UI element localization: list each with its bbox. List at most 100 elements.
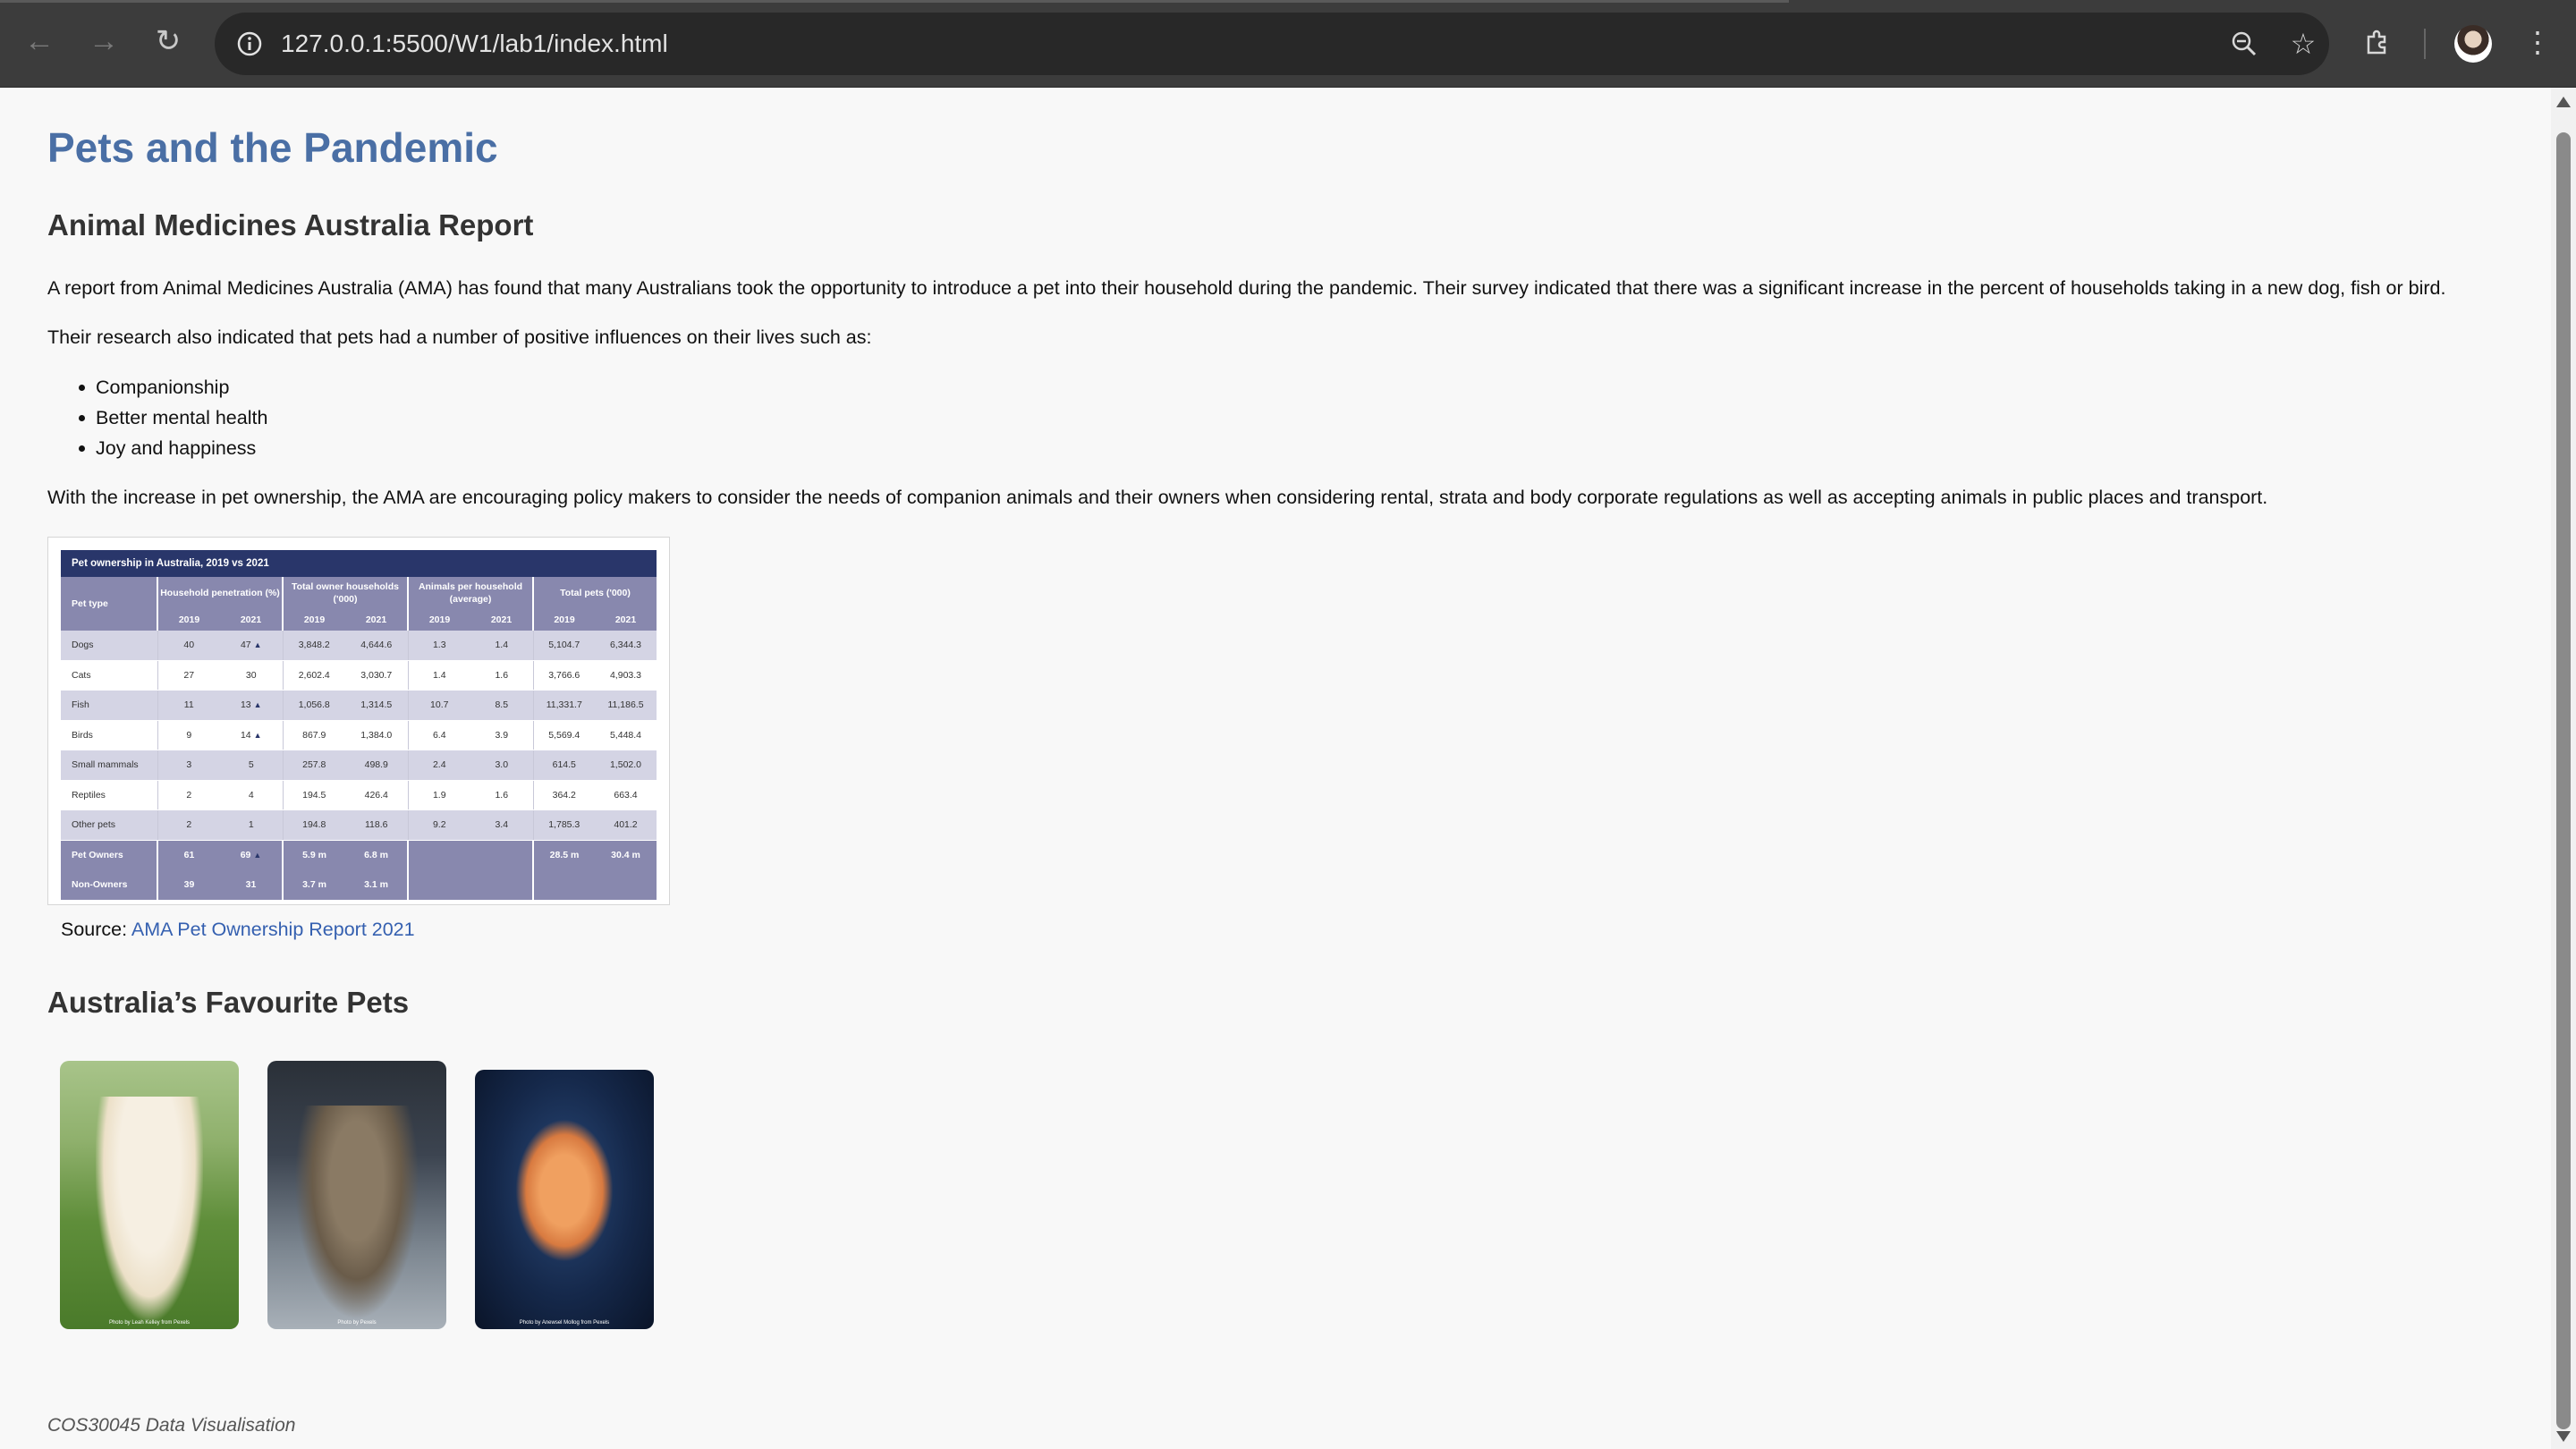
profile-avatar[interactable] [2454,25,2492,63]
list-item: Companionship [47,372,267,402]
cell-value: 498.9 [364,759,388,771]
table-caption: Pet ownership in Australia, 2019 vs 2021 [61,550,657,577]
cell-value: 118.6 [365,819,388,831]
table-cell: 2,602.4 [283,660,345,691]
url-text[interactable]: 127.0.0.1:5500/W1/lab1/index.html [281,13,668,75]
page-scrollbar[interactable] [2551,88,2576,1449]
page-footer: COS30045 Data Visualisation [47,1415,296,1436]
cell-value: 39 [183,879,195,890]
intro-paragraph: A report from Animal Medicines Australia… [47,277,2446,299]
table-cell: 1.6 [470,660,534,691]
site-info-icon[interactable] [229,23,270,64]
cell-value: 426.4 [364,789,388,801]
row-label: Small mammals [61,750,158,781]
increase-arrow-icon: ▲ [253,730,262,740]
increase-arrow-icon: ▲ [253,851,262,860]
cell-value: 1.9 [432,789,446,801]
table-cell: 40 [157,631,220,661]
table-cell: 27 [157,660,220,691]
cell-value: 1.6 [495,789,509,801]
cell-value: 364.2 [552,789,576,801]
cell-value: 1.4 [432,669,446,681]
year-header: 2019 [533,609,595,631]
forward-icon[interactable]: → [82,20,125,63]
table-cell: 1,502.0 [595,750,657,781]
reload-icon[interactable]: ↻ [147,20,190,63]
table-cell: 3,848.2 [283,631,345,661]
cell-value: 69 [240,850,251,860]
table-cell: 1,314.5 [345,690,409,721]
table-cell: 13 ▲ [220,690,284,721]
table-row: Birds 9 14 ▲ 867.9 1,384.0 6.4 3.9 5,569.4 5,448.… [61,720,657,750]
table-cell: 1.9 [408,780,470,810]
year-header: 2021 [595,609,657,631]
cell-value: 663.4 [614,789,638,801]
cell-value: 194.5 [302,789,326,801]
increase-arrow-icon: ▲ [253,700,262,710]
extensions-icon[interactable] [2357,21,2398,63]
table-cell: 257.8 [283,750,345,781]
cell-value: 3.9 [495,729,509,741]
photo-credit: Photo by Leah Kelley from Pexels [108,1320,191,1326]
year-header: 2021 [470,609,534,631]
table-cell: 1.3 [408,631,470,661]
scroll-up-icon[interactable] [2556,97,2571,107]
photo-credit: Photo by Pexels [337,1320,377,1326]
cell-value: 1,056.8 [298,699,330,711]
source-link[interactable]: AMA Pet Ownership Report 2021 [131,919,415,940]
year-header: 2021 [345,609,409,631]
figure-source: Source: AMA Pet Ownership Report 2021 [61,919,415,941]
table-row: Reptiles 2 4 194.5 426.4 1.9 1.6 364.2 663.4 [61,780,657,810]
scroll-down-icon[interactable] [2556,1431,2571,1442]
cell-value: 5,448.4 [609,729,642,741]
row-label: Cats [61,660,158,691]
cell-value: 10.7 [430,699,449,711]
cell-value: 30.4 m [611,850,640,860]
table-cell [595,869,657,900]
cell-value: 6.4 [432,729,446,741]
back-icon[interactable]: ← [18,20,61,63]
table-cell: 2 [157,809,220,841]
zoom-icon[interactable] [2224,23,2265,64]
photo-credit: Photo by Anewsel Mollog from Pexels [519,1320,610,1326]
table-row: Non-Owners 39 31 3.7 m 3.1 m [61,869,657,900]
table-cell: 867.9 [283,720,345,750]
row-label: Other pets [61,809,158,841]
table-row: Other pets 2 1 194.8 118.6 9.2 3.4 1,785.3 401.2 [61,809,657,841]
table-cell: 3.0 [470,750,534,781]
table-cell: 1,384.0 [345,720,409,750]
source-label: Source: [61,919,128,940]
influences-list: Companionship Better mental health Joy a… [47,372,267,463]
table-cell: 11,331.7 [533,690,595,721]
cat-figure [294,1106,419,1320]
cell-value: 4,644.6 [360,640,393,651]
menu-kebab-icon[interactable]: ⋮ [2517,21,2558,63]
cell-value: 3,766.6 [548,669,580,681]
toolbar-divider [2424,29,2426,59]
row-label: Dogs [61,631,158,661]
bookmark-star-icon[interactable]: ☆ [2283,23,2324,64]
fish-figure [515,1119,614,1262]
influences-paragraph: Their research also indicated that pets … [47,326,872,348]
cell-value: 30 [245,669,257,681]
table-cell: 6.4 [408,720,470,750]
cell-value: 6,344.3 [609,640,642,651]
table-cell: 5,569.4 [533,720,595,750]
table-cell: 11 [157,690,220,721]
table-cell: 498.9 [345,750,409,781]
cell-value: 13 [240,699,251,711]
cell-value: 194.8 [302,819,326,831]
table-cell: 3 [157,750,220,781]
tab-strip [0,0,1789,3]
table-cell [470,869,534,900]
address-bar[interactable]: 127.0.0.1:5500/W1/lab1/index.html ☆ [215,13,2329,75]
table-cell: 614.5 [533,750,595,781]
cell-value: 8.5 [495,699,509,711]
table-cell: 30 [220,660,284,691]
cell-value: 1,384.0 [360,729,393,741]
table-cell: 1,785.3 [533,809,595,841]
cell-value: 27 [183,669,195,681]
scrollbar-thumb[interactable] [2556,132,2571,1429]
table-cell: 194.8 [283,809,345,841]
cell-value: 14 [240,729,251,741]
